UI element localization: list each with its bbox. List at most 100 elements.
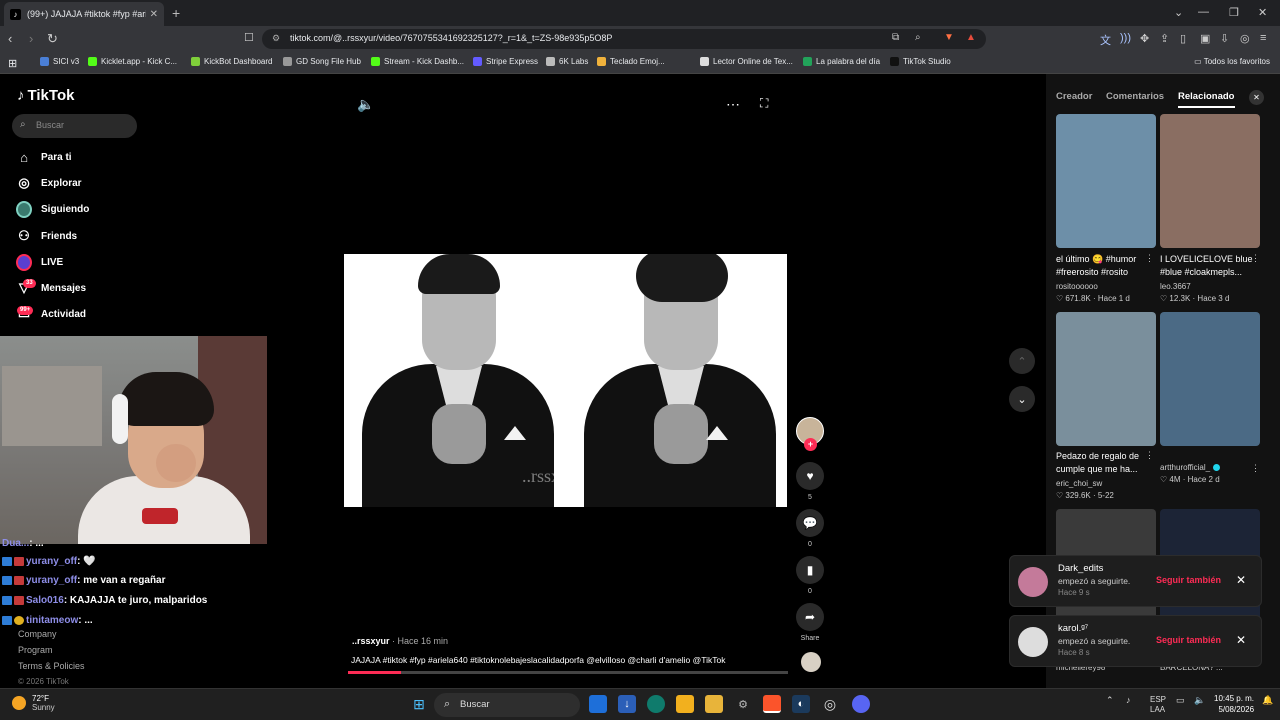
tab-search-icon[interactable]: ⌄ <box>1174 6 1183 19</box>
taskbar-clock[interactable]: 10:45 p. m. 5/08/2026 <box>1214 693 1254 715</box>
search-input[interactable]: ⌕ Buscar <box>12 114 137 138</box>
maximize-icon[interactable]: ❐ <box>1229 6 1239 19</box>
nav-live[interactable]: LIVE <box>16 251 63 273</box>
bookmark-item[interactable]: KickBot Dashboard <box>191 57 272 66</box>
bookmark-item[interactable]: Kicklet.app - Kick C... <box>88 57 177 66</box>
file-explorer-icon[interactable] <box>705 695 723 713</box>
brave-shield-icon[interactable]: ▼ <box>944 32 954 43</box>
bookmark-item[interactable]: Teclado Emoj... <box>597 57 665 66</box>
translate-icon[interactable]: 文 <box>1100 32 1111 48</box>
like-action[interactable]: ♥ 5 <box>795 462 825 501</box>
comment-icon[interactable]: 💬 <box>796 509 824 537</box>
share-icon[interactable]: ⇪ <box>1160 32 1169 45</box>
share-arrow-icon[interactable]: ➦ <box>796 603 824 631</box>
menu-icon[interactable]: ≡ <box>1260 32 1266 44</box>
related-title[interactable]: el último 😋 #humor #freerosito #rosito <box>1056 253 1158 279</box>
discord-icon[interactable] <box>852 695 870 713</box>
back-icon[interactable]: ‹ <box>8 31 12 46</box>
bookmark-item[interactable]: Stream - Kick Dashb... <box>371 57 464 66</box>
tray-overflow-icon[interactable]: ⌃ <box>1106 695 1114 706</box>
notification-name[interactable]: karol.ᵍ⁷ <box>1058 623 1088 634</box>
sidebar-toggle-icon[interactable]: ▯ <box>1180 32 1186 45</box>
notifications-icon[interactable]: 🔔 <box>1262 695 1273 706</box>
dismiss-notification-icon[interactable]: ✕ <box>1236 633 1246 647</box>
related-thumb[interactable] <box>1160 312 1260 446</box>
card-more-icon[interactable]: ⋮ <box>1145 253 1154 264</box>
settings-gear-icon[interactable]: ⚙ <box>734 695 752 713</box>
windows-start-icon[interactable]: ⊞ <box>410 695 428 713</box>
vpn-icon[interactable]: ◎ <box>1240 32 1250 45</box>
video-author[interactable]: ..rssxyur <box>352 636 390 646</box>
follow-plus-icon[interactable]: + <box>804 438 817 451</box>
bookmark-item[interactable]: Lector Online de Tex... <box>700 57 793 66</box>
notification-avatar[interactable] <box>1018 627 1048 657</box>
zoom-icon[interactable]: ⌕ <box>915 32 921 43</box>
minimize-icon[interactable]: — <box>1198 6 1209 18</box>
related-title[interactable]: Pedazo de regalo de cumple que me ha... <box>1056 450 1158 476</box>
bookmark-item[interactable]: TikTok Studio <box>890 57 951 66</box>
footer-program-link[interactable]: Program <box>18 645 53 655</box>
card-more-icon[interactable]: ⋮ <box>1145 450 1154 461</box>
dismiss-notification-icon[interactable]: ✕ <box>1236 573 1246 587</box>
mic-icon[interactable]: ♪ <box>1126 695 1131 705</box>
previous-video-up-icon[interactable]: ⌃ <box>1009 348 1035 374</box>
share-action[interactable]: ➦ Share <box>795 603 825 642</box>
bookmark-item[interactable]: 6K Labs <box>546 57 588 66</box>
nav-friends[interactable]: ⚇ Friends <box>16 225 77 247</box>
notification-avatar[interactable] <box>1018 567 1048 597</box>
extensions-icon[interactable]: ✥ <box>1140 32 1149 45</box>
forward-icon[interactable]: › <box>29 31 33 46</box>
weather-widget[interactable]: 72°F Sunny <box>12 694 55 712</box>
close-panel-icon[interactable]: ✕ <box>1249 90 1264 105</box>
related-user[interactable]: eric_choi_sw <box>1056 479 1102 488</box>
related-title[interactable]: I LOVELICELOVE blue #blue #cloakmepls... <box>1160 253 1262 279</box>
extension-wave-icon[interactable]: ))) <box>1120 32 1131 44</box>
volume-icon[interactable]: 🔈 <box>357 96 374 113</box>
app-icon[interactable]: ↓ <box>618 695 636 713</box>
steam-icon[interactable]: ◐ <box>792 695 810 713</box>
download-icon[interactable]: ⇩ <box>1220 32 1229 45</box>
nav-explorar[interactable]: ◎ Explorar <box>16 172 81 194</box>
edge-icon[interactable] <box>647 695 665 713</box>
bookmark-item[interactable]: GD Song File Hub <box>283 57 361 66</box>
related-user[interactable]: leo.3667 <box>1160 282 1191 291</box>
reload-icon[interactable]: ↻ <box>47 31 58 47</box>
next-video-down-icon[interactable]: ⌄ <box>1009 386 1035 412</box>
more-options-icon[interactable]: ⋯ <box>726 96 740 113</box>
notification-name[interactable]: Dark_edits <box>1058 563 1103 574</box>
omnibox[interactable]: ⚙ tiktok.com/@..rssxyur/video/7670755341… <box>262 29 986 49</box>
nav-para-ti[interactable]: ⌂ Para ti <box>16 146 72 168</box>
obs-icon[interactable]: ◎ <box>821 695 839 713</box>
language-indicator[interactable]: ESP LAA <box>1150 695 1166 715</box>
wallet-icon[interactable]: ▣ <box>1200 32 1210 45</box>
all-bookmarks-button[interactable]: ▭ Todos los favoritos <box>1194 57 1270 66</box>
browser-tab[interactable]: ♪ (99+) JAJAJA #tiktok #fyp #ari ✕ <box>4 2 164 26</box>
video-player[interactable]: ..rssxyur <box>344 254 787 507</box>
network-icon[interactable]: ▭ <box>1176 695 1185 706</box>
footer-terms-link[interactable]: Terms & Policies <box>18 661 85 671</box>
related-thumb[interactable] <box>1056 114 1156 248</box>
comment-action[interactable]: 💬 0 <box>795 509 825 548</box>
follow-back-button[interactable]: Seguir también <box>1156 635 1221 645</box>
bookmark-item[interactable]: Stripe Express <box>473 57 538 66</box>
task-view-icon[interactable] <box>589 695 607 713</box>
footer-company-link[interactable]: Company <box>18 629 57 639</box>
tab-relacionado[interactable]: Relacionado <box>1178 91 1235 108</box>
brave-browser-icon[interactable] <box>763 695 781 713</box>
card-more-icon[interactable]: ⋮ <box>1251 463 1260 474</box>
related-user[interactable]: artthurofficial_ <box>1160 463 1221 472</box>
nav-siguiendo[interactable]: Siguiendo <box>16 198 89 220</box>
tab-creador[interactable]: Creador <box>1056 91 1092 102</box>
close-window-icon[interactable]: ✕ <box>1258 6 1267 19</box>
bookmark-item[interactable]: La palabra del día <box>803 57 880 66</box>
save-action[interactable]: ▮ 0 <box>795 556 825 595</box>
open-in-app-icon[interactable]: ⧉ <box>892 32 899 43</box>
related-thumb[interactable] <box>1160 114 1260 248</box>
bookmark-icon[interactable]: ▮ <box>796 556 824 584</box>
video-progress-bar[interactable] <box>348 671 788 674</box>
bookmark-star-icon[interactable]: ☐ <box>244 31 254 44</box>
site-info-icon[interactable]: ⚙ <box>272 33 280 44</box>
bookmark-item[interactable]: SICI v3 <box>40 57 79 66</box>
follow-back-button[interactable]: Seguir también <box>1156 575 1221 585</box>
volume-tray-icon[interactable]: 🔈 <box>1194 695 1205 706</box>
